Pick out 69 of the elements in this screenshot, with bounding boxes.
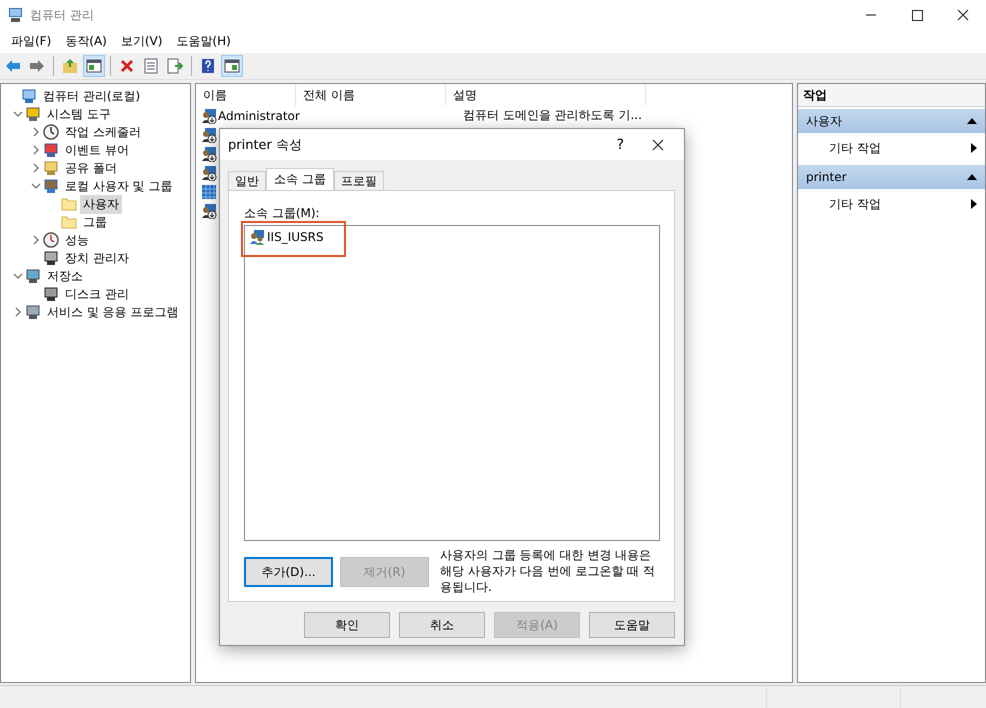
note-text: 사용자의 그룹 등록에 대한 변경 내용은 해당 사용자가 다음 번에 로그온할 때 적용됩니다. [440, 547, 656, 595]
action-section-header[interactable]: 사용자 [798, 109, 985, 133]
tree-item[interactable]: 서비스 및 응용 프로그램 [44, 302, 182, 322]
collapse-icon[interactable] [967, 118, 977, 124]
group-item[interactable]: IIS_IUSRS [243, 223, 344, 255]
pane-toggle-icon[interactable] [83, 55, 105, 77]
user-icon [201, 202, 217, 218]
dialog-title: printer 속성 [228, 136, 302, 154]
clock-icon [43, 124, 59, 140]
help-button[interactable]: ? [616, 136, 624, 152]
chevron-right-icon[interactable] [31, 127, 41, 137]
tree-item[interactable]: 디스크 관리 [62, 284, 132, 304]
window-title: 컴퓨터 관리 [30, 6, 94, 24]
pane-toggle-icon[interactable] [221, 55, 243, 77]
tree-item[interactable]: 성능 [62, 230, 92, 250]
tree-item[interactable]: 컴퓨터 관리(로컬) [40, 86, 144, 106]
submenu-arrow-icon [971, 143, 977, 153]
chevron-down-icon[interactable] [13, 109, 23, 119]
chevron-down-icon[interactable] [31, 181, 41, 191]
list-label: 소속 그룹(M): [244, 205, 321, 222]
computer-icon [8, 7, 24, 23]
actions-title: 작업 [798, 84, 985, 107]
tree-item[interactable]: 이벤트 뷰어 [62, 140, 132, 160]
tab[interactable]: 프로필 [334, 171, 384, 190]
menu-item[interactable]: 도움말(H) [169, 33, 238, 50]
menu-item[interactable]: 파일(F) [4, 33, 58, 50]
dialog-button[interactable]: 도움말 [589, 612, 675, 638]
table-cell: 컴퓨터 도메인을 관리하도록 기... [463, 107, 642, 124]
tree-item[interactable]: 공유 폴더 [62, 158, 120, 178]
column-header[interactable]: 이름 [196, 84, 296, 106]
menu-item[interactable]: 보기(V) [114, 33, 170, 50]
submenu-arrow-icon [971, 199, 977, 209]
collapse-icon[interactable] [967, 174, 977, 180]
action-item[interactable]: 기타 작업 [829, 140, 881, 156]
dialog-button[interactable]: 확인 [304, 612, 390, 638]
tree-item[interactable]: 로컬 사용자 및 그룹 [62, 176, 176, 196]
device-icon [43, 250, 59, 266]
user-icon [201, 146, 217, 162]
add-button[interactable]: 추가(D)... [244, 557, 333, 587]
tree-item[interactable]: 사용자 [80, 194, 122, 214]
chevron-right-icon[interactable] [31, 235, 41, 245]
account-icon [201, 184, 217, 200]
menu-item[interactable]: 동작(A) [58, 33, 114, 50]
user-icon [201, 164, 217, 180]
folder-icon [61, 196, 77, 212]
tab[interactable]: 일반 [228, 171, 266, 190]
tree-item[interactable]: 저장소 [44, 266, 86, 286]
dialog-button[interactable]: 취소 [399, 612, 485, 638]
table-cell-text: Administrator [218, 108, 301, 122]
column-header[interactable]: 전체 이름 [296, 84, 446, 106]
chevron-right-icon[interactable] [31, 163, 41, 173]
chevron-down-icon[interactable] [13, 271, 23, 281]
tree-item[interactable]: 그룹 [80, 212, 110, 232]
chevron-right-icon[interactable] [13, 307, 23, 317]
column-header[interactable]: 설명 [446, 84, 646, 106]
folder-icon [61, 214, 77, 230]
tab[interactable]: 소속 그룹 [266, 168, 334, 190]
close-icon[interactable] [652, 138, 664, 150]
gauge-icon [43, 232, 59, 248]
computer-icon [21, 88, 37, 104]
action-section-header[interactable]: printer [798, 165, 985, 189]
device-icon [43, 286, 59, 302]
chevron-right-icon[interactable] [31, 145, 41, 155]
tree-item[interactable]: 시스템 도구 [44, 104, 114, 124]
action-item[interactable]: 기타 작업 [829, 196, 881, 212]
tree-item[interactable]: 장치 관리자 [62, 248, 132, 268]
tree-item[interactable]: 작업 스케줄러 [62, 122, 144, 142]
user-icon [201, 108, 217, 124]
user-icon [201, 126, 217, 142]
